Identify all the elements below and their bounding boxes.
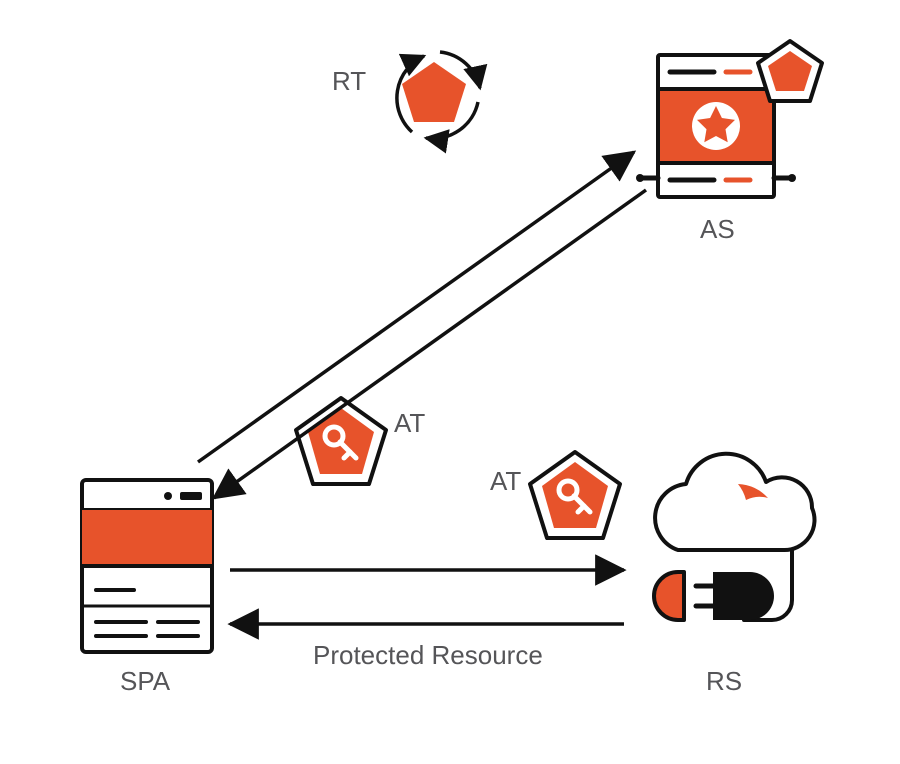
at-label-2: AT bbox=[490, 466, 521, 497]
rs-label: RS bbox=[706, 666, 742, 697]
rs-node bbox=[654, 454, 817, 620]
protected-resource-label: Protected Resource bbox=[313, 640, 543, 671]
arrow-as-to-spa bbox=[214, 190, 646, 498]
spa-node bbox=[82, 480, 212, 652]
spa-label: SPA bbox=[120, 666, 170, 697]
at-label-1: AT bbox=[394, 408, 425, 439]
access-token-icon-2 bbox=[530, 452, 620, 538]
access-token-icon-1 bbox=[296, 398, 386, 484]
as-node bbox=[636, 41, 822, 197]
rt-label: RT bbox=[332, 66, 366, 97]
refresh-token-icon bbox=[397, 52, 480, 139]
oauth-flow-diagram: RT AT AT Protected Resource SPA AS RS bbox=[0, 0, 900, 764]
as-label: AS bbox=[700, 214, 735, 245]
